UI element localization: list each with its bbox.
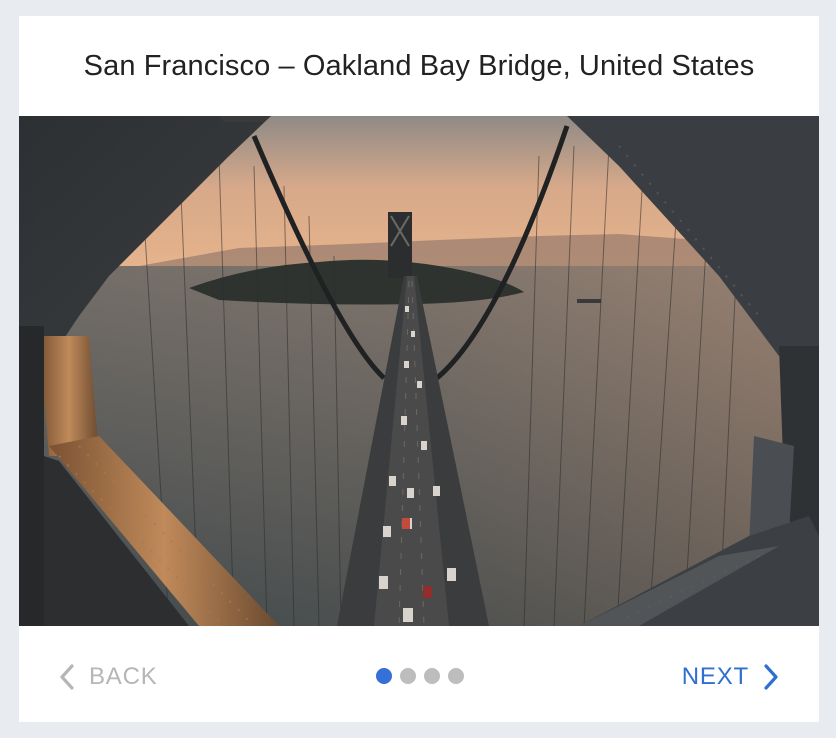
back-button-label: BACK <box>89 663 158 690</box>
step-dot-3[interactable] <box>424 668 440 684</box>
back-button[interactable]: BACK <box>59 662 158 692</box>
step-dot-4[interactable] <box>448 668 464 684</box>
step-dot-2[interactable] <box>400 668 416 684</box>
image-stepper-card: San Francisco – Oakland Bay Bridge, Unit… <box>19 16 819 722</box>
bridge-photo-illustration <box>19 116 819 626</box>
card-header: San Francisco – Oakland Bay Bridge, Unit… <box>19 16 819 116</box>
next-button[interactable]: NEXT <box>682 662 779 692</box>
card-title: San Francisco – Oakland Bay Bridge, Unit… <box>83 49 755 82</box>
chevron-right-icon <box>763 664 779 690</box>
bridge-photo <box>19 116 819 626</box>
next-button-label: NEXT <box>681 663 749 690</box>
step-indicator <box>376 668 464 684</box>
stepper-footer: BACK NEXT <box>19 626 819 722</box>
step-dot-1[interactable] <box>376 668 392 684</box>
chevron-left-icon <box>59 664 75 690</box>
